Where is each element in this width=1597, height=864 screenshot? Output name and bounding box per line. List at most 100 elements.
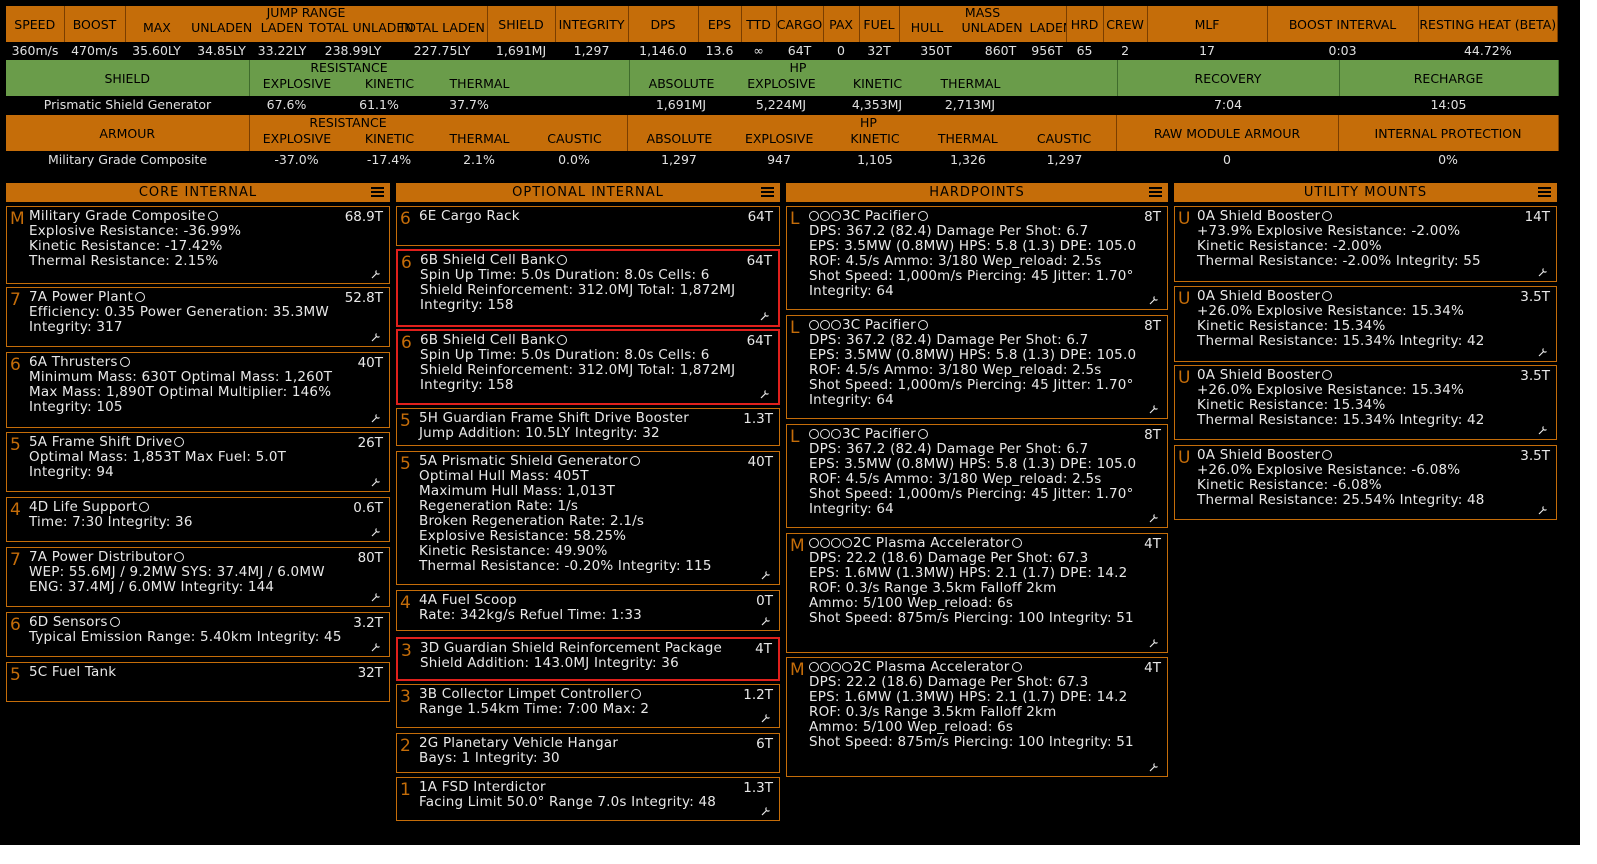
armour-hp-absolute[interactable]: ABSOLUTE [628,131,732,146]
hdr-mass-hull[interactable]: HULL [900,20,955,35]
slot-card[interactable]: 5 5A Prismatic Shield Generator Optimal Hu… [396,451,780,585]
wrench-icon[interactable] [371,413,381,423]
wrench-icon[interactable] [1149,295,1159,305]
engineering-badge-icon[interactable] [135,292,146,302]
wrench-icon[interactable] [761,806,771,816]
slot-card[interactable]: U 0A Shield Booster +26.0% Explosive Resis… [1174,365,1557,440]
hdr-jump-max[interactable]: MAX [126,20,189,35]
engineering-badge-icon[interactable] [1322,291,1333,301]
hdr-mass-unladen[interactable]: UNLADEN [955,20,1030,35]
wrench-icon[interactable] [1149,638,1159,648]
slot-card[interactable]: 1 1A FSD Interdictor Facing Limit 50.0° Ra… [396,777,780,821]
hdr-dps[interactable]: DPS [628,6,699,42]
wrench-icon[interactable] [761,570,771,580]
hdr-ttd[interactable]: TTD [741,6,777,42]
slot-card[interactable]: 5 5A Frame Shift Drive Optimal Mass: 1,853… [6,432,390,492]
shield-hp-absolute[interactable]: ABSOLUTE [630,76,734,91]
hdr-boost-interval[interactable]: BOOST INTERVAL [1267,6,1419,42]
slot-card[interactable]: 7 7A Power Plant Efficiency: 0.35 Power Ge… [6,287,390,347]
wrench-icon[interactable] [371,269,381,279]
engineering-badge-icon[interactable] [139,502,150,512]
hdr-hrd[interactable]: HRD [1066,6,1104,42]
filter-icon[interactable] [761,187,774,198]
shield-res-thermal[interactable]: THERMAL [435,76,525,91]
wrench-icon[interactable] [1149,762,1159,772]
engineering-badge-icon[interactable] [1322,211,1333,221]
armour-hp-caustic[interactable]: CAUSTIC [1013,131,1115,146]
engineering-badge-icon[interactable] [917,429,928,439]
slot-card[interactable]: 7 7A Power Distributor WEP: 55.6MJ / 9.2MW… [6,547,390,607]
engineering-badge-icon[interactable] [629,456,640,466]
shield-recovery-label[interactable]: RECOVERY [1117,60,1340,96]
engineering-badge-icon[interactable] [119,357,130,367]
slot-card[interactable]: 3 3D Guardian Shield Reinforcement Packag… [396,637,780,681]
hdr-jump-total-unladen[interactable]: TOTAL UNLADEN [309,20,414,35]
armour-internal-label[interactable]: INTERNAL PROTECTION [1338,115,1559,151]
slot-card[interactable]: 2 2G Planetary Vehicle Hangar Bays: 1 Inte… [396,733,780,773]
wrench-icon[interactable] [1149,404,1159,414]
hdr-eps[interactable]: EPS [698,6,742,42]
armour-label[interactable]: ARMOUR [6,115,250,151]
engineering-badge-icon[interactable] [1322,450,1333,460]
slot-card[interactable]: 6 6D Sensors Typical Emission Range: 5.40k… [6,612,390,657]
engineering-badge-icon[interactable] [109,617,120,627]
slot-card[interactable]: 6 6B Shield Cell Bank Spin Up Time: 5.0s D… [396,329,780,405]
hdr-mlf[interactable]: MLF [1147,6,1268,42]
engineering-badge-icon[interactable] [1011,662,1022,672]
armour-res-explosive[interactable]: EXPLOSIVE [250,131,345,146]
wrench-icon[interactable] [371,332,381,342]
hdr-boost[interactable]: BOOST [64,6,126,42]
engineering-badge-icon[interactable] [630,689,641,699]
slot-card[interactable]: 5 5C Fuel Tank 32T [6,662,390,702]
hdr-jump-unladen[interactable]: UNLADEN [188,20,255,35]
slot-card[interactable]: 4 4A Fuel Scoop Rate: 342kg/s Refuel Time:… [396,590,780,631]
hdr-mass-label[interactable]: MASS [900,6,1066,20]
engineering-badge-icon[interactable] [207,211,218,221]
armour-res-caustic[interactable]: CAUSTIC [525,131,625,146]
slot-card[interactable]: 6 6B Shield Cell Bank Spin Up Time: 5.0s D… [396,249,780,327]
wrench-icon[interactable] [371,477,381,487]
wrench-icon[interactable] [761,713,771,723]
shield-hp-thermal[interactable]: THERMAL [926,76,1016,91]
armour-res-kinetic[interactable]: KINETIC [345,131,435,146]
hdr-jump-laden[interactable]: LADEN [255,20,309,35]
hdr-fuel[interactable]: FUEL [859,6,900,42]
armour-res-thermal[interactable]: THERMAL [435,131,525,146]
engineering-badge-icon[interactable] [557,335,568,345]
slot-card[interactable]: 6 6E Cargo Rack 64T [396,206,780,246]
slot-card[interactable]: U 0A Shield Booster +26.0% Explosive Resis… [1174,445,1557,520]
wrench-icon[interactable] [1538,425,1548,435]
wrench-icon[interactable] [371,527,381,537]
shield-res-kinetic[interactable]: KINETIC [345,76,435,91]
filter-icon[interactable] [1149,187,1162,198]
wrench-icon[interactable] [760,311,770,321]
wrench-icon[interactable] [371,592,381,602]
slot-card[interactable]: U 0A Shield Booster +73.9% Explosive Resis… [1174,206,1557,282]
wrench-icon[interactable] [371,642,381,652]
filter-icon[interactable] [1538,187,1551,198]
hdr-crew[interactable]: CREW [1103,6,1148,42]
hdr-pax[interactable]: PAX [823,6,860,42]
shield-label[interactable]: SHIELD [6,60,250,96]
engineering-badge-icon[interactable] [557,255,568,265]
armour-raw-label[interactable]: RAW MODULE ARMOUR [1116,115,1339,151]
engineering-badge-icon[interactable] [174,552,185,562]
slot-card[interactable]: M 2C Plasma Accelerator DPS: 22.2 (18.6) D… [786,533,1168,653]
wrench-icon[interactable] [760,389,770,399]
slot-card[interactable]: L 3C Pacifier DPS: 367.2 (82.4) Damage Per… [786,424,1168,528]
hdr-integrity[interactable]: INTEGRITY [555,6,629,42]
hdr-speed[interactable]: SPEED [6,6,65,42]
hdr-cargo[interactable]: CARGO [776,6,824,42]
slot-card[interactable]: M 2C Plasma Accelerator DPS: 22.2 (18.6) D… [786,657,1168,777]
wrench-icon[interactable] [1538,267,1548,277]
hdr-shield[interactable]: SHIELD [487,6,556,42]
shield-recharge-label[interactable]: RECHARGE [1339,60,1559,96]
wrench-icon[interactable] [1149,513,1159,523]
engineering-badge-icon[interactable] [174,437,185,447]
hdr-jump-range-label[interactable]: JUMP RANGE [126,6,487,20]
engineering-badge-icon[interactable] [917,211,928,221]
engineering-badge-icon[interactable] [917,320,928,330]
shield-res-explosive[interactable]: EXPLOSIVE [250,76,345,91]
hdr-resting-heat[interactable]: RESTING HEAT (BETA) [1418,6,1559,42]
slot-card[interactable]: 4 4D Life Support Time: 7:30 Integrity: 36… [6,497,390,542]
